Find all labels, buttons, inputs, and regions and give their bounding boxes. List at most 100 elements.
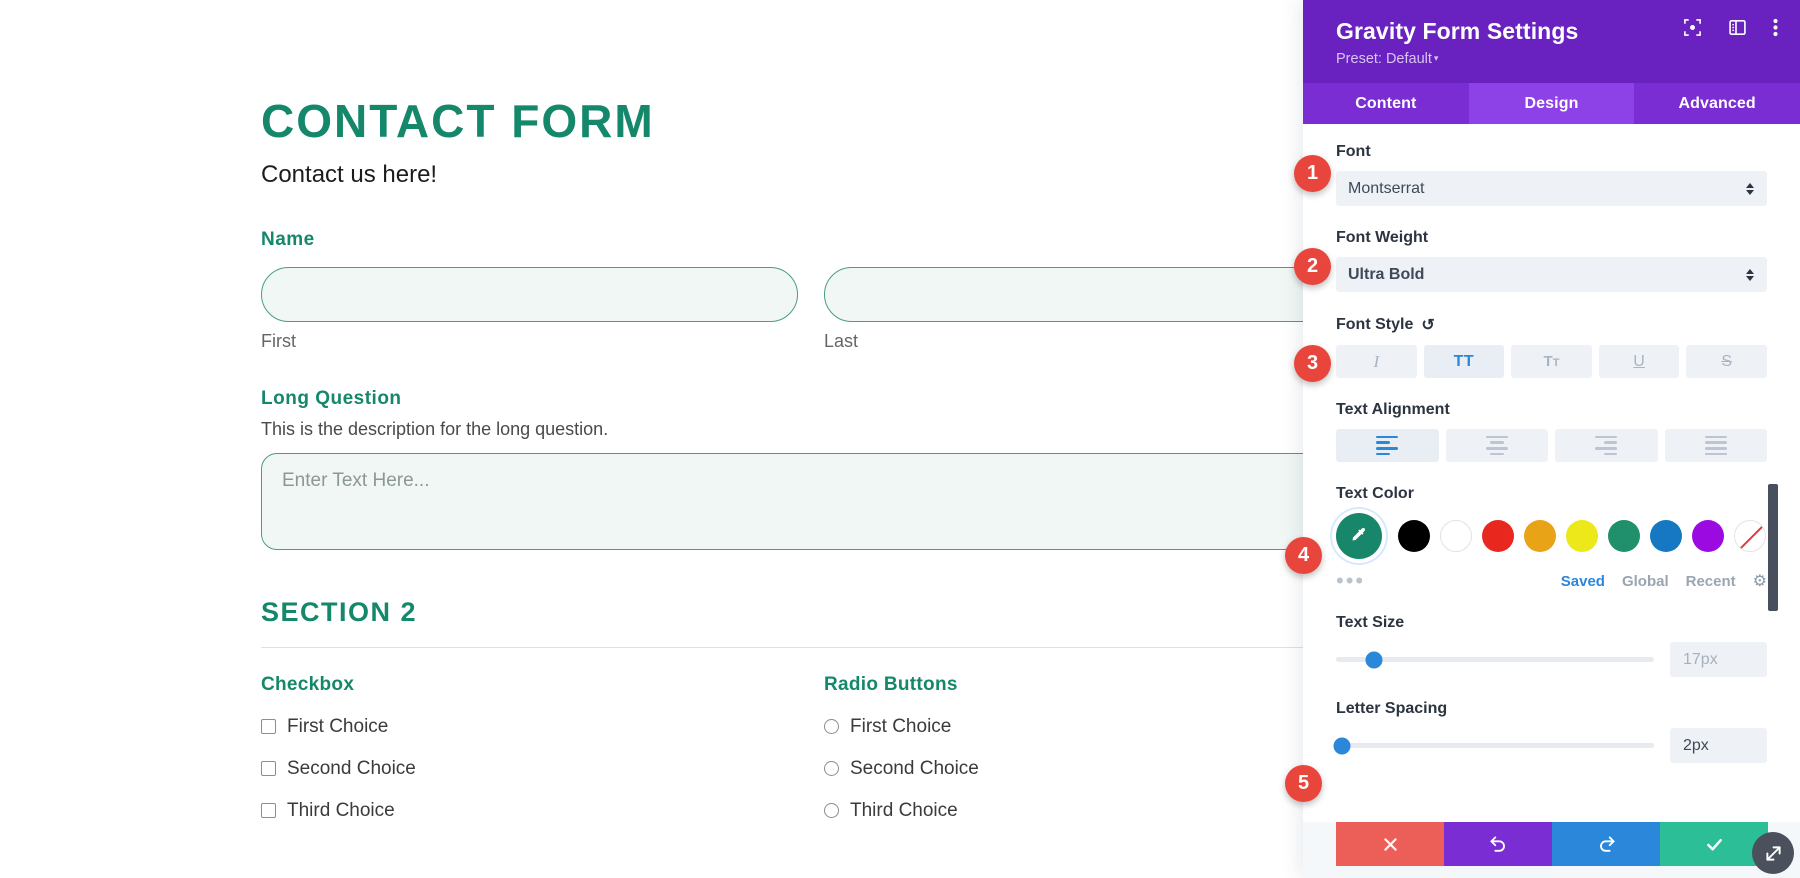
font-style-strikethrough-button[interactable]: S [1686,345,1767,378]
text-size-setting-group: Text Size 17px [1336,614,1767,677]
swatch-white[interactable] [1440,520,1472,552]
radio-group: Radio Buttons First Choice Second Choice… [824,674,1361,822]
align-right-button[interactable] [1555,429,1658,462]
align-justify-button[interactable] [1664,429,1767,462]
font-style-underline-button[interactable]: U [1598,345,1680,378]
undo-button[interactable] [1444,822,1552,866]
resize-handle[interactable] [1752,832,1794,874]
checkbox-group: Checkbox First Choice Second Choice Thir… [261,674,798,822]
font-weight-select-value: Ultra Bold [1348,265,1425,283]
spinner-icon [1746,268,1754,281]
font-weight-label: Font Weight [1336,229,1429,246]
font-weight-select[interactable]: Ultra Bold [1336,257,1767,292]
radio-option[interactable]: Second Choice [824,758,1361,780]
align-left-button[interactable] [1336,429,1439,462]
callout-badge-4: 4 [1285,537,1322,574]
color-tab-recent[interactable]: Recent [1686,573,1736,590]
swatch-orange[interactable] [1524,520,1556,552]
letter-spacing-slider[interactable] [1333,737,1654,754]
text-size-slider-knob[interactable] [1365,651,1383,668]
gear-icon[interactable]: ⚙ [1753,571,1767,591]
font-weight-setting-group: Font Weight Ultra Bold [1336,229,1767,292]
font-select-value: Montserrat [1348,179,1425,197]
font-select[interactable]: Montserrat [1336,171,1767,206]
text-size-value[interactable]: 17px [1670,642,1767,677]
radio-option-label: First Choice [850,715,952,737]
reset-icon[interactable]: ↺ [1421,315,1434,335]
text-size-label: Text Size [1336,614,1405,631]
more-colors-icon[interactable]: ••• [1336,570,1365,592]
chevron-down-icon: ▾ [1433,53,1439,63]
checkbox-icon[interactable] [261,719,276,735]
font-style-uppercase-button[interactable]: TT [1423,345,1505,378]
first-name-input[interactable] [261,266,798,322]
letter-spacing-label: Letter Spacing [1336,700,1448,717]
color-picker-eyedropper-button[interactable] [1336,513,1382,559]
text-color-label: Text Color [1336,485,1414,502]
checkbox-option[interactable]: Second Choice [261,758,798,780]
first-name-sublabel: First [261,330,296,351]
panel-body: Font Montserrat Font Weight Ultra Bold F… [1303,124,1800,822]
swatch-green[interactable] [1608,520,1640,552]
redo-button[interactable] [1552,822,1660,866]
preset-selector[interactable]: Preset: Default ▾ [1336,51,1776,67]
swatch-transparent[interactable] [1734,520,1766,552]
checkbox-option[interactable]: Third Choice [261,800,798,822]
page-title: CONTACT FORM [261,95,655,147]
checkbox-option[interactable]: First Choice [261,716,798,738]
panel-tabs: Content Design Advanced [1303,83,1800,124]
long-question-label: Long Question [261,387,402,409]
radio-option[interactable]: Third Choice [824,800,1361,822]
align-left-icon [1376,435,1399,456]
swatch-black[interactable] [1398,520,1430,552]
color-swatch-row [1336,513,1767,559]
font-label: Font [1336,143,1371,160]
section-divider [261,646,1361,648]
text-size-slider[interactable] [1336,651,1654,668]
radio-option[interactable]: First Choice [824,716,1361,738]
panel-scrollbar-thumb[interactable] [1768,484,1778,611]
align-right-icon [1595,435,1618,456]
settings-panel: Gravity Form Settings Preset: Default▾ [1303,0,1800,878]
swatch-blue[interactable] [1650,520,1682,552]
tab-design[interactable]: Design [1468,83,1635,124]
focus-icon[interactable] [1683,18,1702,37]
tab-advanced[interactable]: Advanced [1634,83,1800,124]
panel-footer [1303,822,1800,878]
checkbox-icon[interactable] [261,803,276,819]
form-preview-area: CONTACT FORM Contact us here! Name First… [0,0,1361,878]
italic-icon: I [1373,351,1380,371]
spinner-icon [1746,182,1754,195]
layout-panel-icon[interactable] [1728,18,1747,37]
last-name-input[interactable] [824,266,1361,322]
small-caps-icon: TT [1543,353,1560,370]
more-options-icon[interactable] [1773,18,1778,37]
radio-icon[interactable] [824,803,839,819]
save-button[interactable] [1660,822,1768,866]
color-tab-global[interactable]: Global [1622,573,1669,590]
align-center-button[interactable] [1445,429,1548,462]
swatch-purple[interactable] [1692,520,1724,552]
radio-group-label: Radio Buttons [824,673,958,695]
letter-spacing-slider-knob[interactable] [1333,737,1351,754]
font-style-smallcaps-button[interactable]: TT [1511,345,1592,378]
long-question-description: This is the description for the long que… [261,418,609,439]
text-alignment-setting-group: Text Alignment [1336,401,1767,462]
font-setting-group: Font Montserrat [1336,143,1767,206]
color-tab-saved[interactable]: Saved [1561,573,1605,590]
callout-badge-3: 3 [1294,345,1331,382]
text-color-setting-group: Text Color ••• Saved Global Recent ⚙ [1336,485,1767,592]
cancel-button[interactable] [1336,822,1444,866]
font-style-italic-button[interactable]: I [1336,345,1417,378]
letter-spacing-value[interactable]: 2px [1670,728,1767,763]
swatch-red[interactable] [1482,520,1514,552]
radio-icon[interactable] [824,719,839,735]
font-style-label: Font Style ↺ [1336,315,1767,335]
tab-content[interactable]: Content [1303,83,1469,124]
radio-icon[interactable] [824,761,839,777]
checkbox-icon[interactable] [261,761,276,777]
callout-badge-1: 1 [1294,155,1331,192]
swatch-yellow[interactable] [1566,520,1598,552]
radio-option-label: Third Choice [850,799,958,821]
long-question-textarea[interactable] [261,452,1361,550]
